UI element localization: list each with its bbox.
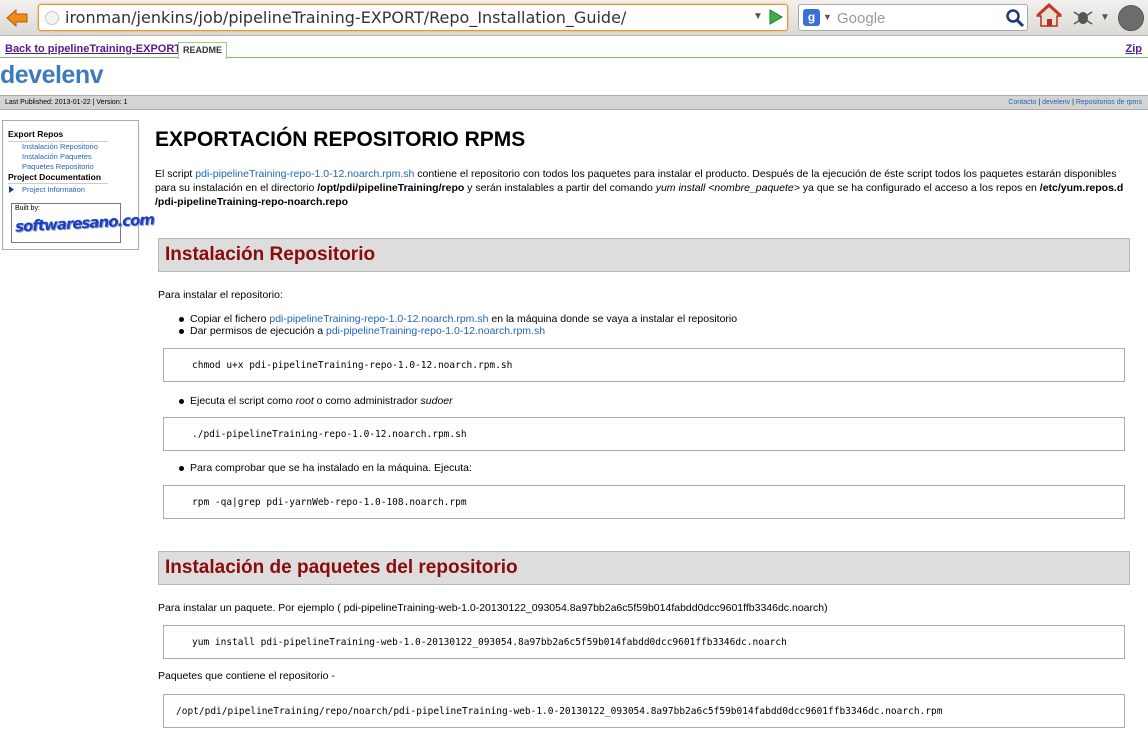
bug-extension-icon[interactable] (1072, 8, 1094, 31)
code-block-chmod: chmod u+x pdi-pipelineTraining-repo-1.0-… (163, 348, 1125, 382)
section-header-instalacion-paquetes: Instalación de paquetes del repositorio (158, 551, 1130, 585)
list-text: Dar permisos de ejecución a (190, 325, 326, 337)
search-input[interactable]: Google (837, 10, 885, 27)
page-favicon-icon (45, 11, 59, 25)
repo-script-link[interactable]: pdi-pipelineTraining-repo-1.0-12.noarch.… (269, 313, 488, 325)
intro-paragraph: El script pdi-pipelineTraining-repo-1.0-… (155, 167, 1130, 209)
code-block-run-script: ./pdi-pipelineTraining-repo-1.0-12.noarc… (163, 417, 1125, 451)
site-title[interactable]: develenv (0, 61, 104, 90)
code-block-yum-install: yum install pdi-pipelineTraining-web-1.0… (163, 625, 1125, 659)
section-header-instalacion-repositorio: Instalación Repositorio (158, 238, 1130, 272)
home-icon[interactable] (1035, 2, 1063, 34)
nav-item-paquetes-repositorio[interactable]: Paquetes Repositorio (22, 162, 94, 171)
publish-info: Last Published: 2013-01-22 | Version: 1 (5, 99, 128, 106)
site-nav-row: Back to pipelineTraining-EXPORT README Z… (0, 40, 1148, 59)
intro-text: El script (155, 168, 196, 180)
url-text[interactable]: ironman/jenkins/job/pipelineTraining-EXP… (65, 8, 626, 27)
repo-script-link[interactable]: pdi-pipelineTraining-repo-1.0-12.noarch.… (326, 325, 545, 337)
expand-arrow-icon[interactable] (9, 186, 14, 193)
root-user: root (295, 395, 314, 407)
list-text: o como administrador (313, 395, 421, 407)
list-item: Copiar el fichero pdi-pipelineTraining-r… (178, 313, 738, 325)
google-engine-icon[interactable]: g (803, 9, 820, 26)
built-by-badge[interactable]: Built by: softwaresano.com (11, 203, 154, 243)
code-text: ./pdi-pipelineTraining-repo-1.0-12.noarc… (192, 429, 467, 440)
intro-text: ya que se ha configurado el acceso a los… (799, 182, 1040, 194)
code-block-rpm-path: /opt/pdi/pipelineTraining/repo/noarch/pd… (163, 694, 1125, 728)
code-text: /opt/pdi/pipelineTraining/repo/noarch/pd… (176, 706, 943, 717)
back-arrow-icon[interactable] (4, 6, 30, 30)
nav-item-instalacion-repositorio[interactable]: Instalación Repositorio (22, 142, 98, 151)
list-text: Copiar el fichero (190, 313, 270, 325)
nav-divider (8, 183, 108, 184)
header-links: Contacto | develenv | Repositorios de rp… (1008, 99, 1142, 106)
separator: | (1072, 99, 1074, 106)
list-item: Ejecuta el script como root o como admin… (179, 395, 453, 407)
evernote-icon[interactable] (1118, 5, 1144, 31)
develenv-link[interactable]: develenv (1042, 99, 1070, 106)
intro-text: y serán instalables a partir del comando (464, 182, 656, 194)
section-heading: Instalación de paquetes del repositorio (165, 557, 518, 578)
code-block-rpm-check: rpm -qa|grep pdi-yarnWeb-repo-1.0-108.no… (163, 485, 1125, 519)
section-paragraph: Paquetes que contiene el repositorio - (158, 670, 335, 682)
repo-directory: /opt/pdi/pipelineTraining/repo (317, 182, 465, 194)
zip-link[interactable]: Zip (1126, 43, 1143, 55)
search-bar[interactable]: g ▼ Google (798, 4, 1028, 31)
list-item: Dar permisos de ejecución a pdi-pipeline… (178, 325, 545, 337)
built-by-label: Built by: (15, 205, 40, 212)
nav-item-instalacion-paquetes[interactable]: Instalación Paquetes (22, 152, 92, 161)
nav-heading-export-repos: Export Repos (8, 129, 64, 139)
yum-command: yum install <nombre_paquete> (655, 182, 800, 194)
code-text: yum install pdi-pipelineTraining-web-1.0… (192, 637, 787, 648)
code-text: chmod u+x pdi-pipelineTraining-repo-1.0-… (192, 360, 513, 371)
sudoer-user: sudoer (420, 395, 453, 407)
address-bar[interactable]: ironman/jenkins/job/pipelineTraining-EXP… (38, 4, 788, 31)
list-item: Para comprobar que se ha instalado en la… (179, 462, 472, 474)
separator: | (92, 99, 95, 106)
back-to-project-link[interactable]: Back to pipelineTraining-EXPORT (5, 43, 181, 55)
left-navigation: Export Repos Instalación Repositorio Ins… (2, 120, 154, 250)
publish-info-bar: Last Published: 2013-01-22 | Version: 1 … (0, 95, 1148, 110)
extension-dropdown-icon[interactable]: ▼ (1100, 12, 1110, 23)
go-arrow-icon[interactable] (769, 9, 783, 30)
tab-readme[interactable]: README (178, 42, 228, 59)
search-icon[interactable] (1005, 8, 1025, 33)
page-title: EXPORTACIÓN REPOSITORIO RPMS (155, 128, 526, 151)
nav-heading-project-documentation: Project Documentation (8, 172, 102, 182)
section-paragraph: Para instalar un paquete. Por ejemplo ( … (158, 602, 828, 614)
code-text: rpm -qa|grep pdi-yarnWeb-repo-1.0-108.no… (192, 497, 467, 508)
last-published: Last Published: 2013-01-22 (5, 99, 91, 106)
url-dropdown-icon[interactable]: ▼ (753, 11, 763, 22)
softwaresano-logo: softwaresano.com (14, 210, 155, 236)
contacto-link[interactable]: Contacto (1008, 99, 1036, 106)
repositorios-link[interactable]: Repositorios de rpms (1076, 99, 1142, 106)
nav-item-project-information[interactable]: Project Information (22, 185, 85, 194)
section-heading: Instalación Repositorio (165, 244, 376, 265)
separator: | (1038, 99, 1041, 106)
list-text: Ejecuta el script como (190, 395, 296, 407)
browser-toolbar: ironman/jenkins/job/pipelineTraining-EXP… (0, 0, 1148, 36)
list-text: en la máquina donde se vaya a instalar e… (488, 313, 738, 325)
engine-dropdown-icon[interactable]: ▼ (823, 12, 832, 22)
repo-script-link[interactable]: pdi-pipelineTraining-repo-1.0-12.noarch.… (195, 168, 414, 180)
version: Version: 1 (96, 99, 128, 106)
section-paragraph: Para instalar el repositorio: (158, 289, 283, 301)
